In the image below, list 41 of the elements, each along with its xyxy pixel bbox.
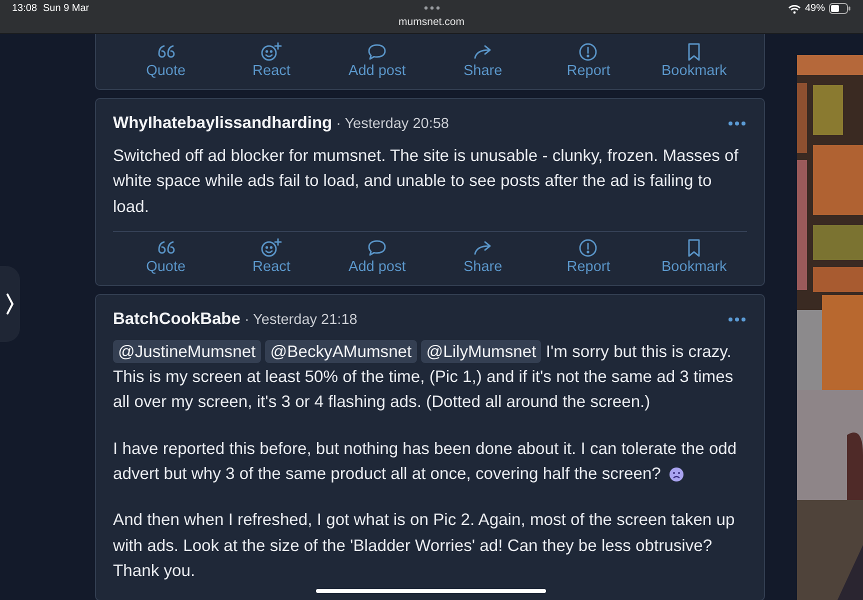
report-icon xyxy=(577,238,600,258)
report-button[interactable]: Report xyxy=(536,238,642,275)
react-icon xyxy=(260,238,282,258)
post-text: And then when I refreshed, I got what is on Pic 2. Again, most of the screen taken up with ads. Look at the size of the 'Bladder Worries' ad! Can they be less obtrusive? Thank you. xyxy=(113,509,736,582)
react-button[interactable]: React xyxy=(218,42,324,79)
react-button[interactable]: React xyxy=(218,238,324,275)
post-time: · Yesterday 21:18 xyxy=(244,312,358,328)
share-button[interactable]: Share xyxy=(430,238,536,275)
mention-link[interactable]: @BeckyAMumsnet xyxy=(265,340,417,363)
reply-icon xyxy=(366,42,388,62)
wifi-icon xyxy=(788,4,801,14)
report-icon xyxy=(577,42,600,62)
report-button[interactable]: Report xyxy=(536,42,642,79)
sidebar-handle[interactable] xyxy=(0,266,20,342)
reply-button[interactable]: Add post xyxy=(324,42,430,79)
chevron-right-icon xyxy=(6,293,14,315)
reply-icon xyxy=(366,238,388,258)
mention-link[interactable]: @LilyMumsnet xyxy=(421,340,542,363)
post-author[interactable]: BatchCookBabe xyxy=(113,310,240,328)
quote-button[interactable]: Quote xyxy=(113,238,219,275)
quote-button[interactable]: Quote xyxy=(113,42,219,79)
post-time: · Yesterday 20:58 xyxy=(336,116,449,132)
post-text: Switched off ad blocker for mumsnet. The site is unusable - clunky, frozen. Masses of white space while ads fail to load, and unable to see posts after the ad is failing to load. xyxy=(113,145,740,218)
bookmark-button[interactable]: Bookmark xyxy=(641,238,747,275)
battery-icon xyxy=(829,3,851,14)
status-date: Sun 9 Mar xyxy=(43,3,90,14)
post-author[interactable]: WhyIhatebaylissandharding xyxy=(113,114,332,132)
mention-link[interactable]: @JustineMumsnet xyxy=(113,340,261,363)
share-button[interactable]: Share xyxy=(430,42,536,79)
frowning-face-icon xyxy=(668,467,684,482)
address-url[interactable]: mumsnet.com xyxy=(398,16,464,28)
more-icon[interactable] xyxy=(424,6,440,10)
post-text: @JustineMumsnet @BeckyAMumsnet @LilyMumsnet I'm sorry but this is crazy. This is my screen at least 50% of the time, (Pic 1,) and if it's not the same ad 3 times all over my screen, it's 3 or 4 flashing ads. (Dotted all around the screen.) xyxy=(113,338,734,414)
reply-button[interactable]: Add post xyxy=(324,238,430,275)
bookmark-button[interactable]: Bookmark xyxy=(641,42,747,79)
react-icon xyxy=(260,42,282,62)
status-time: 13:08 xyxy=(12,3,38,14)
post-text: I have reported this before, but nothing has been done about it. I can tolerate the odd advert but why 3 of the same product all at once, covering half the screen? xyxy=(113,438,738,486)
battery-level: 49% xyxy=(804,3,825,14)
more-options-icon[interactable] xyxy=(728,316,746,322)
more-options-icon[interactable] xyxy=(728,121,746,126)
